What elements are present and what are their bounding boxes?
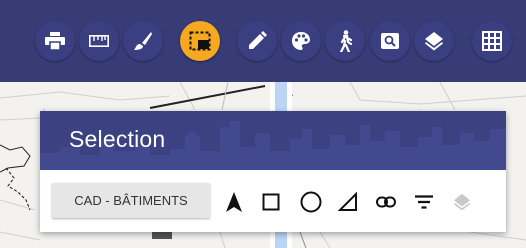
layer-select-button[interactable]: CAD - BÂTIMENTS — [52, 183, 210, 218]
main-toolbar — [0, 0, 526, 82]
ruler-icon — [89, 35, 109, 47]
layers-icon — [425, 32, 443, 51]
pointer-tool[interactable] — [220, 188, 248, 216]
search-image-icon — [381, 33, 399, 49]
style-button[interactable] — [281, 21, 321, 61]
polygon-tool[interactable] — [334, 188, 362, 216]
pencil-icon — [249, 31, 267, 49]
circle-tool[interactable] — [297, 188, 325, 216]
layers-button[interactable] — [414, 21, 454, 61]
filter-tool[interactable] — [410, 188, 438, 216]
selection-panel: Selection CAD - BÂTIMENTS — [40, 111, 506, 232]
edit-button[interactable] — [237, 21, 277, 61]
rectangle-icon — [262, 193, 280, 211]
circle-icon — [300, 191, 322, 213]
search-map-button[interactable] — [370, 21, 410, 61]
draw-brush-button[interactable] — [123, 21, 163, 61]
palette-icon — [292, 32, 310, 50]
select-area-icon — [189, 31, 211, 51]
measure-button[interactable] — [79, 21, 119, 61]
rectangle-tool[interactable] — [257, 188, 285, 216]
selection-button[interactable] — [180, 21, 220, 61]
print-icon — [45, 32, 65, 50]
route-button[interactable] — [325, 21, 365, 61]
brush-icon — [134, 32, 152, 50]
grid-button[interactable] — [472, 21, 512, 61]
print-button[interactable] — [35, 21, 75, 61]
layers-tool[interactable] — [448, 188, 476, 216]
layers-icon — [453, 193, 471, 211]
walking-person-icon — [339, 30, 353, 52]
polygon-icon — [338, 192, 357, 211]
filter-icon — [415, 195, 433, 209]
pointer-icon — [226, 192, 242, 212]
link-tool[interactable] — [372, 188, 400, 216]
link-icon — [376, 196, 396, 208]
grid-icon — [482, 31, 502, 51]
panel-header: Selection — [40, 111, 506, 170]
panel-title: Selection — [69, 126, 166, 152]
